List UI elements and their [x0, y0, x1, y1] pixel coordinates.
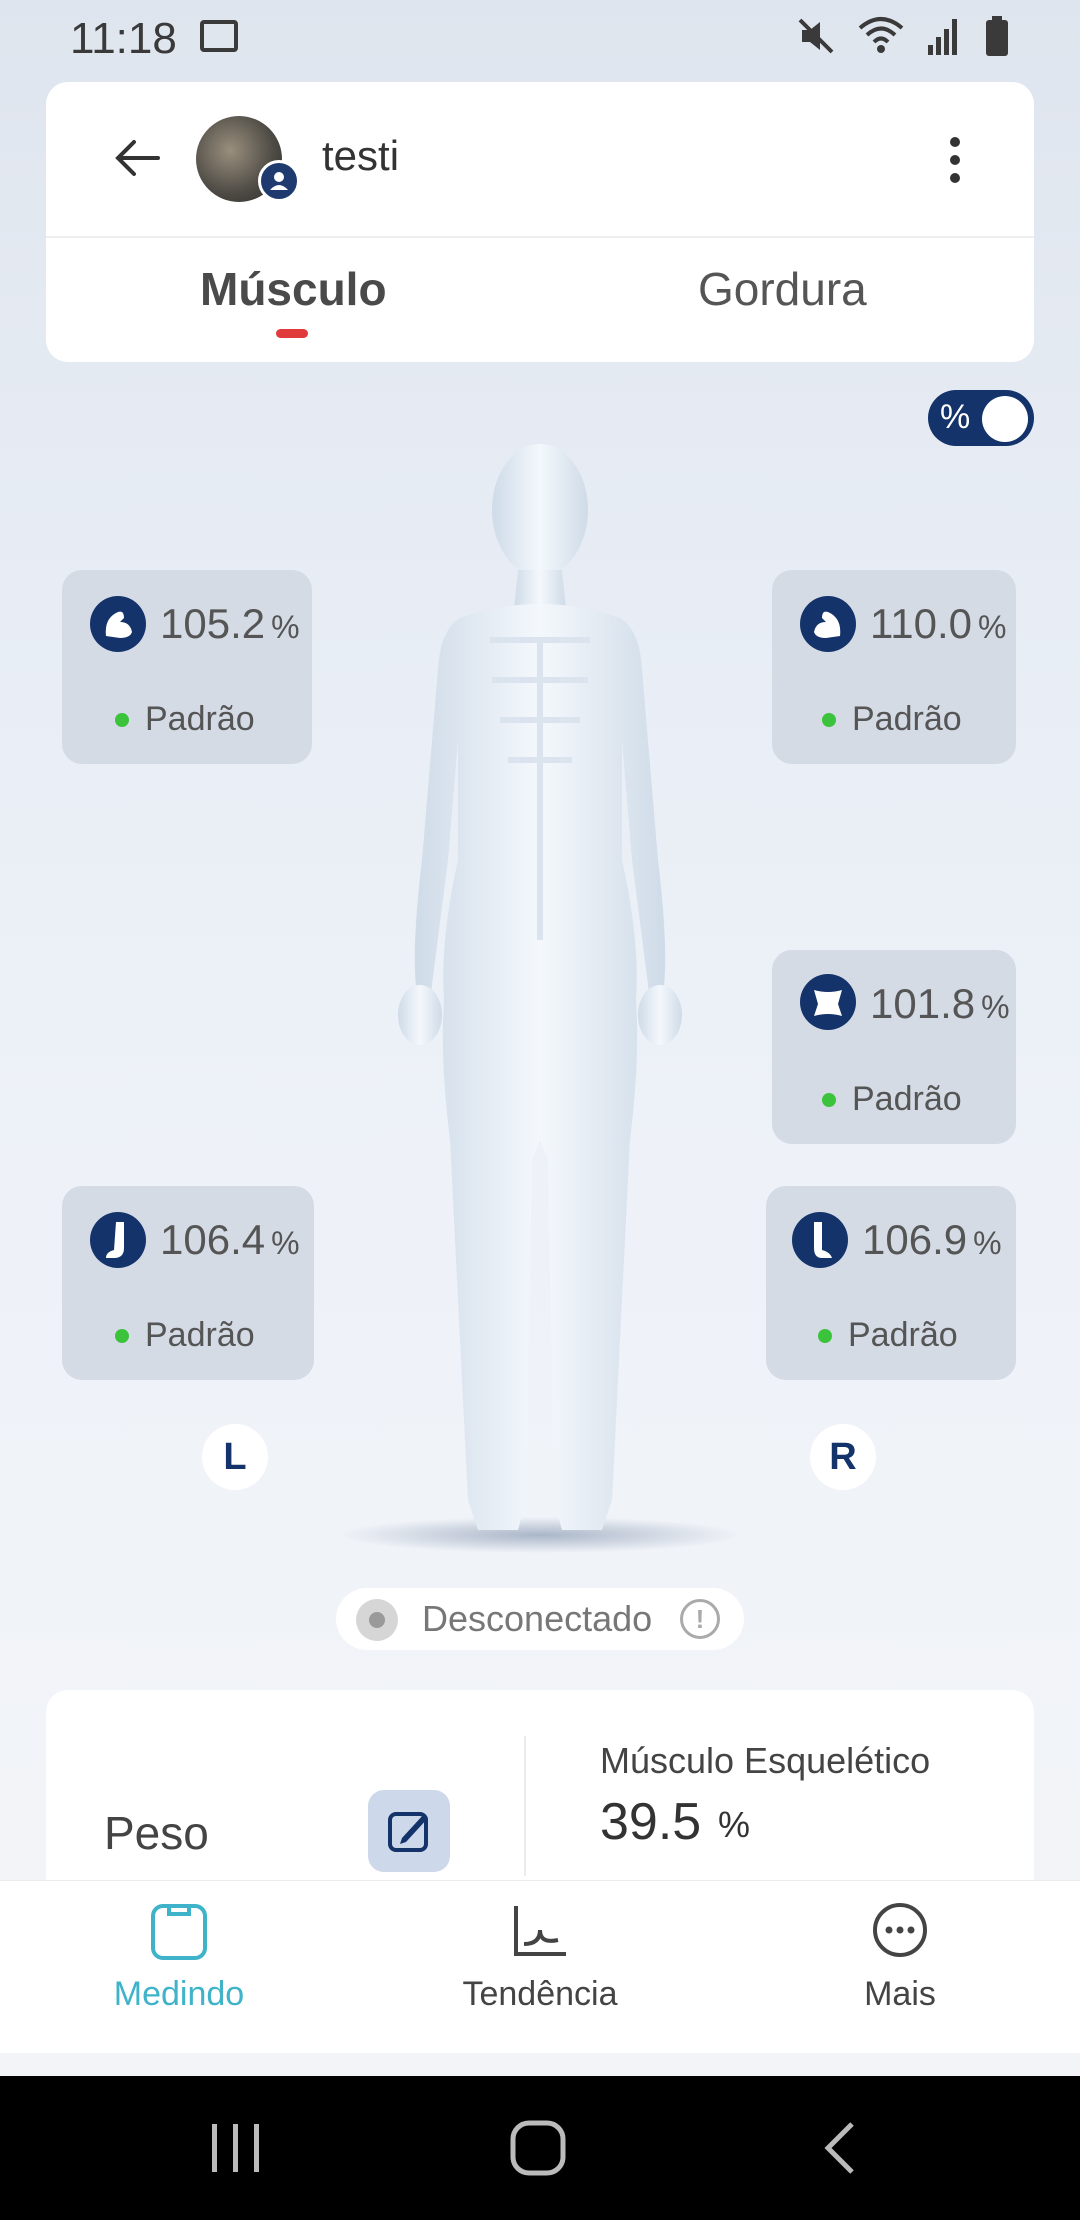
segment-left-arm-reading: 105.2% — [160, 600, 300, 648]
edit-icon — [388, 1812, 428, 1852]
status-dot — [115, 1329, 129, 1343]
summary-divider — [524, 1736, 526, 1876]
segment-right-leg-value: 106.9 — [862, 1216, 968, 1263]
home-icon[interactable] — [508, 2118, 568, 2178]
leg-icon — [792, 1212, 848, 1268]
skeletal-muscle-unit: % — [718, 1804, 751, 1845]
status-dot — [822, 1093, 836, 1107]
toggle-knob — [982, 396, 1028, 442]
arm-icon — [800, 596, 856, 652]
status-icons — [796, 16, 1010, 56]
segment-trunk-value: 101.8 — [870, 980, 976, 1027]
arm-icon — [90, 596, 146, 652]
segment-left-leg-reading: 106.4% — [160, 1216, 300, 1264]
segment-right-arm-reading: 110.0% — [870, 600, 1006, 648]
segment-left-leg-unit: % — [271, 1225, 300, 1261]
battery-icon — [986, 16, 1008, 56]
nav-label-measuring: Medindo — [113, 1975, 245, 2013]
active-tab-indicator — [276, 329, 308, 338]
system-back-icon[interactable] — [820, 2118, 860, 2178]
segment-right-arm-value: 110.0 — [870, 600, 972, 647]
segment-right-arm-status: Padrão — [852, 700, 962, 738]
segment-right-leg-reading: 106.9% — [862, 1216, 1002, 1264]
connection-indicator-dot — [369, 1612, 385, 1628]
kebab-menu-icon — [950, 137, 960, 183]
skeletal-muscle-label: Músculo Esquelético — [600, 1740, 931, 1781]
more-options-button[interactable] — [940, 130, 970, 190]
toggle-label: % — [940, 398, 971, 436]
segment-left-arm-unit: % — [271, 609, 300, 645]
skeletal-muscle-value: 39.5 — [600, 1793, 702, 1851]
status-dot — [115, 713, 129, 727]
segment-right-leg-status: Padrão — [848, 1316, 958, 1354]
segment-trunk-status: Padrão — [852, 1080, 962, 1118]
segment-trunk-reading: 101.8% — [870, 980, 1010, 1028]
edit-weight-button[interactable] — [368, 1790, 450, 1872]
user-badge-icon — [258, 160, 300, 202]
body-figure — [340, 444, 740, 1553]
left-side-marker: L — [202, 1424, 268, 1490]
leg-icon — [90, 1212, 146, 1268]
segment-left-arm-status: Padrão — [145, 700, 255, 738]
nav-item-more[interactable]: Mais — [760, 1900, 1040, 2014]
connection-status-label: Desconectado — [422, 1598, 653, 1639]
tab-muscle[interactable]: Músculo — [200, 262, 387, 316]
segment-right-arm-unit: % — [978, 609, 1007, 645]
header-card — [46, 82, 1034, 362]
mute-icon — [798, 18, 834, 54]
status-time: 11:18 — [70, 14, 177, 63]
status-dot — [822, 713, 836, 727]
nav-label-trend: Tendência — [462, 1975, 618, 2013]
status-dot — [818, 1329, 832, 1343]
segment-left-leg-status: Padrão — [145, 1316, 255, 1354]
back-arrow-icon — [115, 140, 160, 176]
segment-left-arm-value: 105.2 — [160, 600, 266, 647]
segment-right-leg-unit: % — [973, 1225, 1002, 1261]
trend-icon — [514, 1906, 566, 1956]
nav-item-measuring[interactable]: Medindo — [39, 1900, 319, 2014]
back-button[interactable] — [108, 128, 168, 188]
segment-left-leg-value: 106.4 — [160, 1216, 266, 1263]
username: testi — [322, 132, 400, 179]
trunk-icon — [800, 974, 856, 1030]
right-side-marker: R — [810, 1424, 876, 1490]
image-notification-icon — [200, 20, 238, 52]
scale-icon — [151, 1904, 207, 1960]
header-divider — [46, 236, 1034, 238]
segment-trunk-unit: % — [981, 989, 1010, 1025]
weight-label: Peso — [104, 1807, 209, 1859]
nav-item-trend[interactable]: Tendência — [400, 1900, 680, 2014]
info-icon[interactable]: ! — [680, 1599, 720, 1639]
tab-fat[interactable]: Gordura — [698, 262, 867, 316]
signal-icon — [928, 19, 957, 55]
nav-label-more: Mais — [864, 1975, 936, 2013]
more-icon — [873, 1903, 927, 1957]
recent-apps-icon[interactable] — [206, 2120, 266, 2176]
wifi-icon — [858, 17, 904, 53]
